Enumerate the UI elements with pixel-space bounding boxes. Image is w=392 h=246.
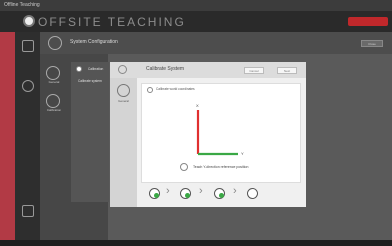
menu-item-calibrate-system[interactable]: Calibrate system <box>78 79 102 83</box>
general-icon[interactable] <box>46 66 60 80</box>
x-axis-label: X <box>196 103 199 108</box>
sidebar-item-2[interactable] <box>18 80 38 92</box>
dialog-sidebar-label: General <box>118 99 129 103</box>
calibration-icon[interactable] <box>46 94 60 108</box>
step-label: Calibrate world coordinates <box>156 87 195 91</box>
menu-radio-icon <box>76 66 82 72</box>
step-2-icon <box>180 188 191 199</box>
step-1-icon <box>149 188 160 199</box>
status-bar <box>0 240 392 246</box>
y-axis-label: Y <box>241 151 244 156</box>
step-radio-icon <box>147 87 153 93</box>
menu-panel <box>71 62 109 202</box>
window-titlebar: Offline Teaching <box>0 0 392 11</box>
page-title: System Configuration <box>70 39 118 45</box>
window-title: Offline Teaching <box>4 2 40 8</box>
crosshair-icon <box>118 65 127 74</box>
teach-radio-icon[interactable] <box>180 163 188 171</box>
settings-icon <box>48 36 62 50</box>
left-item-general[interactable]: General <box>44 80 64 84</box>
sidebar-item-3[interactable] <box>18 205 38 217</box>
chevron-right-icon: › <box>199 185 203 197</box>
brand-logo <box>348 17 388 26</box>
dialog-title: Calibrate System <box>146 66 185 72</box>
next-button[interactable]: Next <box>277 67 297 74</box>
sidebar-item-1[interactable] <box>18 40 38 52</box>
step-4-icon <box>247 188 258 199</box>
close-button[interactable]: Close <box>361 40 383 47</box>
teach-label: Teach Y-direction reference position <box>193 165 249 169</box>
chevron-right-icon: › <box>166 185 170 197</box>
sidebar-accent <box>0 32 15 240</box>
chevron-right-icon: › <box>233 185 237 197</box>
general-gear-icon[interactable] <box>117 84 130 97</box>
app-name: OFFSITE TEACHING <box>38 15 186 29</box>
gear-icon <box>23 15 35 27</box>
dialog-sidebar <box>110 78 137 207</box>
menu-item-calibration[interactable]: Calibration <box>88 67 103 71</box>
left-item-calibration[interactable]: Calibration <box>44 108 64 112</box>
cancel-button[interactable]: Cancel <box>244 67 264 74</box>
step-3-icon <box>214 188 225 199</box>
